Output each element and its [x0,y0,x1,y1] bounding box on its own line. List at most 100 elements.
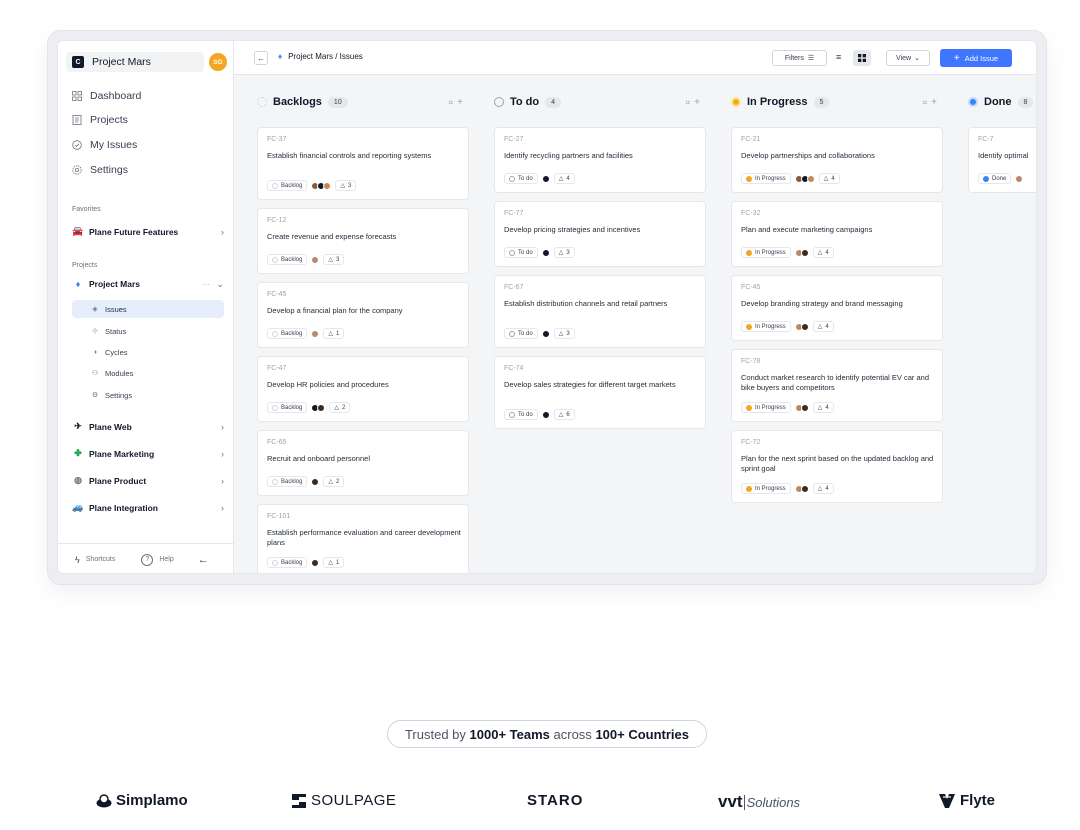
priority-badge[interactable]: △ 2 [323,476,345,487]
assignees[interactable] [541,174,550,183]
state-pill[interactable]: To do [504,247,538,258]
state-pill[interactable]: In Progress [741,247,791,258]
priority-badge[interactable]: △ 4 [553,173,575,184]
nav-projects[interactable]: Projects [72,114,128,126]
plus-icon[interactable]: + [931,97,941,108]
board-view-icon[interactable] [853,50,871,66]
sub-modules[interactable]: ⚇ Modules [72,364,224,382]
assignees[interactable] [311,255,320,264]
state-pill[interactable]: In Progress [741,483,791,494]
state-pill[interactable]: In Progress [741,402,791,413]
filters-button[interactable]: Filters ☰ [772,50,827,66]
minimize-icon[interactable]: ⌗ [449,98,458,107]
assignees[interactable] [794,248,809,257]
state-pill[interactable]: Backlog [267,402,308,413]
issue-card[interactable]: FC-67 Establish distribution channels and… [494,275,706,348]
plus-icon[interactable]: + [694,97,704,108]
sub-cycles[interactable]: ◑ Cycles [72,343,224,361]
assignees[interactable] [541,248,550,257]
state-pill[interactable]: Backlog [267,254,308,265]
state-pill[interactable]: Backlog [267,557,308,568]
assignees[interactable] [1015,174,1024,183]
chevron-down-icon[interactable]: ⌄ [216,279,224,290]
state-pill[interactable]: Backlog [267,328,308,339]
issue-card[interactable]: FC-21 Develop partnerships and collaborat… [731,127,943,193]
issue-card[interactable]: FC-74 Develop sales strategies for differ… [494,356,706,429]
nav-settings[interactable]: Settings [72,164,128,176]
assignees[interactable] [311,329,320,338]
assignees[interactable] [794,403,809,412]
priority-badge[interactable]: △ 4 [812,321,834,332]
issue-card[interactable]: FC-77 Develop pricing strategies and ince… [494,201,706,267]
nav-my-issues[interactable]: My Issues [72,139,137,151]
issue-card[interactable]: FC-72 Plan for the next sprint based on t… [731,430,943,503]
issue-card[interactable]: FC-45 Develop a financial plan for the co… [257,282,469,348]
more-icon[interactable]: ··· [202,280,210,289]
priority-badge[interactable]: △ 3 [553,328,575,339]
priority-badge[interactable]: △ 4 [812,483,834,494]
project-plane-marketing[interactable]: ✤ Plane Marketing › [72,448,224,459]
priority-badge[interactable]: △ 4 [812,247,834,258]
assignees[interactable] [794,484,809,493]
priority-badge[interactable]: △ 3 [335,180,357,191]
view-dropdown[interactable]: View ⌄ [886,50,930,66]
assignees[interactable] [311,558,320,567]
assignees[interactable] [541,410,550,419]
issue-card[interactable]: FC-47 Develop HR policies and procedures B… [257,356,469,422]
assignees[interactable] [794,322,809,331]
chevron-right-icon[interactable]: › [221,476,224,486]
issue-card[interactable]: FC-65 Recruit and onboard personnel Backlo… [257,430,469,496]
priority-badge[interactable]: △ 6 [553,409,575,420]
issue-card[interactable]: FC-12 Create revenue and expense forecast… [257,208,469,274]
issue-card[interactable]: FC-27 Identify recycling partners and fac… [494,127,706,193]
workspace-switcher[interactable]: C Project Mars [66,52,204,72]
favorite-plane-future-features[interactable]: 🚘 Plane Future Features › [72,226,224,237]
nav-dashboard[interactable]: Dashboard [72,90,141,102]
state-pill[interactable]: Done [978,173,1012,184]
sub-settings[interactable]: ⚙ Settings [72,386,224,404]
state-pill[interactable]: In Progress [741,173,791,184]
state-pill[interactable]: To do [504,409,538,420]
list-view-icon[interactable]: ≡ [836,52,841,62]
chevron-right-icon[interactable]: › [221,227,224,237]
chevron-right-icon[interactable]: › [221,449,224,459]
project-mars[interactable]: ♦ Project Mars ··· ⌄ [72,279,224,290]
priority-badge[interactable]: △ 4 [812,402,834,413]
issue-card[interactable]: FC-45 Develop branding strategy and brand… [731,275,943,341]
state-pill[interactable]: Backlog [267,476,308,487]
state-pill[interactable]: To do [504,328,538,339]
chevron-right-icon[interactable]: › [221,503,224,513]
minimize-icon[interactable]: ⌗ [686,98,695,107]
issue-card[interactable]: FC-78 Conduct market research to identify… [731,349,943,422]
sub-issues[interactable]: ◈ Issues [72,300,224,318]
state-pill[interactable]: In Progress [741,321,791,332]
state-pill[interactable]: To do [504,173,538,184]
shortcuts-button[interactable]: Shortcuts [86,556,116,563]
priority-badge[interactable]: △ 3 [323,254,345,265]
priority-badge[interactable]: △ 1 [323,557,345,568]
assignees[interactable] [311,477,320,486]
assignees[interactable] [311,181,332,190]
collapse-sidebar-icon[interactable]: ← [198,554,209,566]
issue-card[interactable]: FC-37 Establish financial controls and re… [257,127,469,200]
issue-card[interactable]: FC-101 Establish performance evaluation a… [257,504,469,573]
priority-badge[interactable]: △ 3 [553,247,575,258]
priority-badge[interactable]: △ 4 [818,173,840,184]
issue-card[interactable]: FC-7 Identify optimal Done [968,127,1036,193]
back-button[interactable]: ← [254,51,268,65]
project-plane-product[interactable]: ◍ Plane Product › [72,475,224,486]
chevron-right-icon[interactable]: › [221,422,224,432]
assignees[interactable] [541,329,550,338]
priority-badge[interactable]: △ 2 [329,402,351,413]
plus-icon[interactable]: + [457,97,467,108]
assignees[interactable] [794,174,815,183]
user-avatar[interactable]: SG [209,53,227,71]
help-button[interactable]: Help [159,556,173,563]
state-pill[interactable]: Backlog [267,180,308,191]
project-plane-integration[interactable]: 🚙 Plane Integration › [72,502,224,513]
sub-status[interactable]: ⊹ Status [72,322,224,340]
project-plane-web[interactable]: ✈ Plane Web › [72,421,224,432]
add-issue-button[interactable]: + Add Issue [940,49,1012,67]
priority-badge[interactable]: △ 1 [323,328,345,339]
minimize-icon[interactable]: ⌗ [923,98,932,107]
